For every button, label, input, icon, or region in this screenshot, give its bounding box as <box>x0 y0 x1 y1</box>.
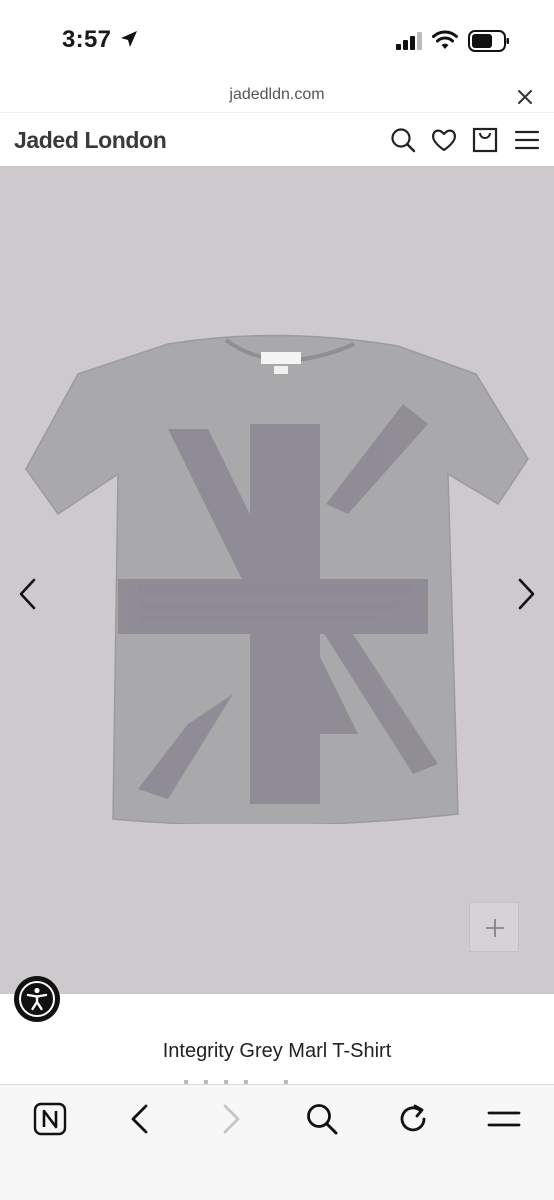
search-icon[interactable] <box>389 126 417 154</box>
url-bar[interactable]: jadedldn.com <box>0 80 554 112</box>
close-icon[interactable] <box>514 86 536 108</box>
hamburger-menu-icon[interactable] <box>513 126 541 154</box>
status-bar: 3:57 <box>0 0 554 80</box>
next-arrow-icon[interactable] <box>512 576 540 612</box>
heart-icon[interactable] <box>430 126 458 154</box>
zoom-button[interactable] <box>469 902 519 952</box>
product-image-tshirt[interactable] <box>18 334 536 824</box>
site-logo[interactable]: Jaded London <box>14 127 167 154</box>
reload-icon[interactable] <box>395 1101 431 1137</box>
bag-icon[interactable] <box>471 126 499 154</box>
location-arrow-icon <box>121 31 137 47</box>
browser-toolbar <box>0 1084 554 1200</box>
search-icon[interactable] <box>304 1101 340 1137</box>
forward-icon[interactable] <box>213 1101 249 1137</box>
cellular-signal-icon <box>396 32 422 50</box>
product-image-carousel[interactable] <box>0 166 554 994</box>
site-header: Jaded London <box>0 112 554 166</box>
wifi-icon <box>432 30 458 49</box>
battery-icon <box>468 30 509 52</box>
previous-arrow-icon[interactable] <box>14 576 42 612</box>
back-icon[interactable] <box>122 1101 158 1137</box>
url-text[interactable]: jadedldn.com <box>0 86 554 104</box>
menu-icon[interactable] <box>486 1101 522 1137</box>
status-time: 3:57 <box>62 26 112 53</box>
zoom-plus-icon <box>486 919 504 937</box>
reader-n-icon[interactable] <box>32 1101 68 1137</box>
accessibility-button[interactable] <box>14 976 60 1022</box>
product-title: Integrity Grey Marl T-Shirt <box>162 1040 392 1062</box>
accessibility-icon <box>19 981 55 1017</box>
